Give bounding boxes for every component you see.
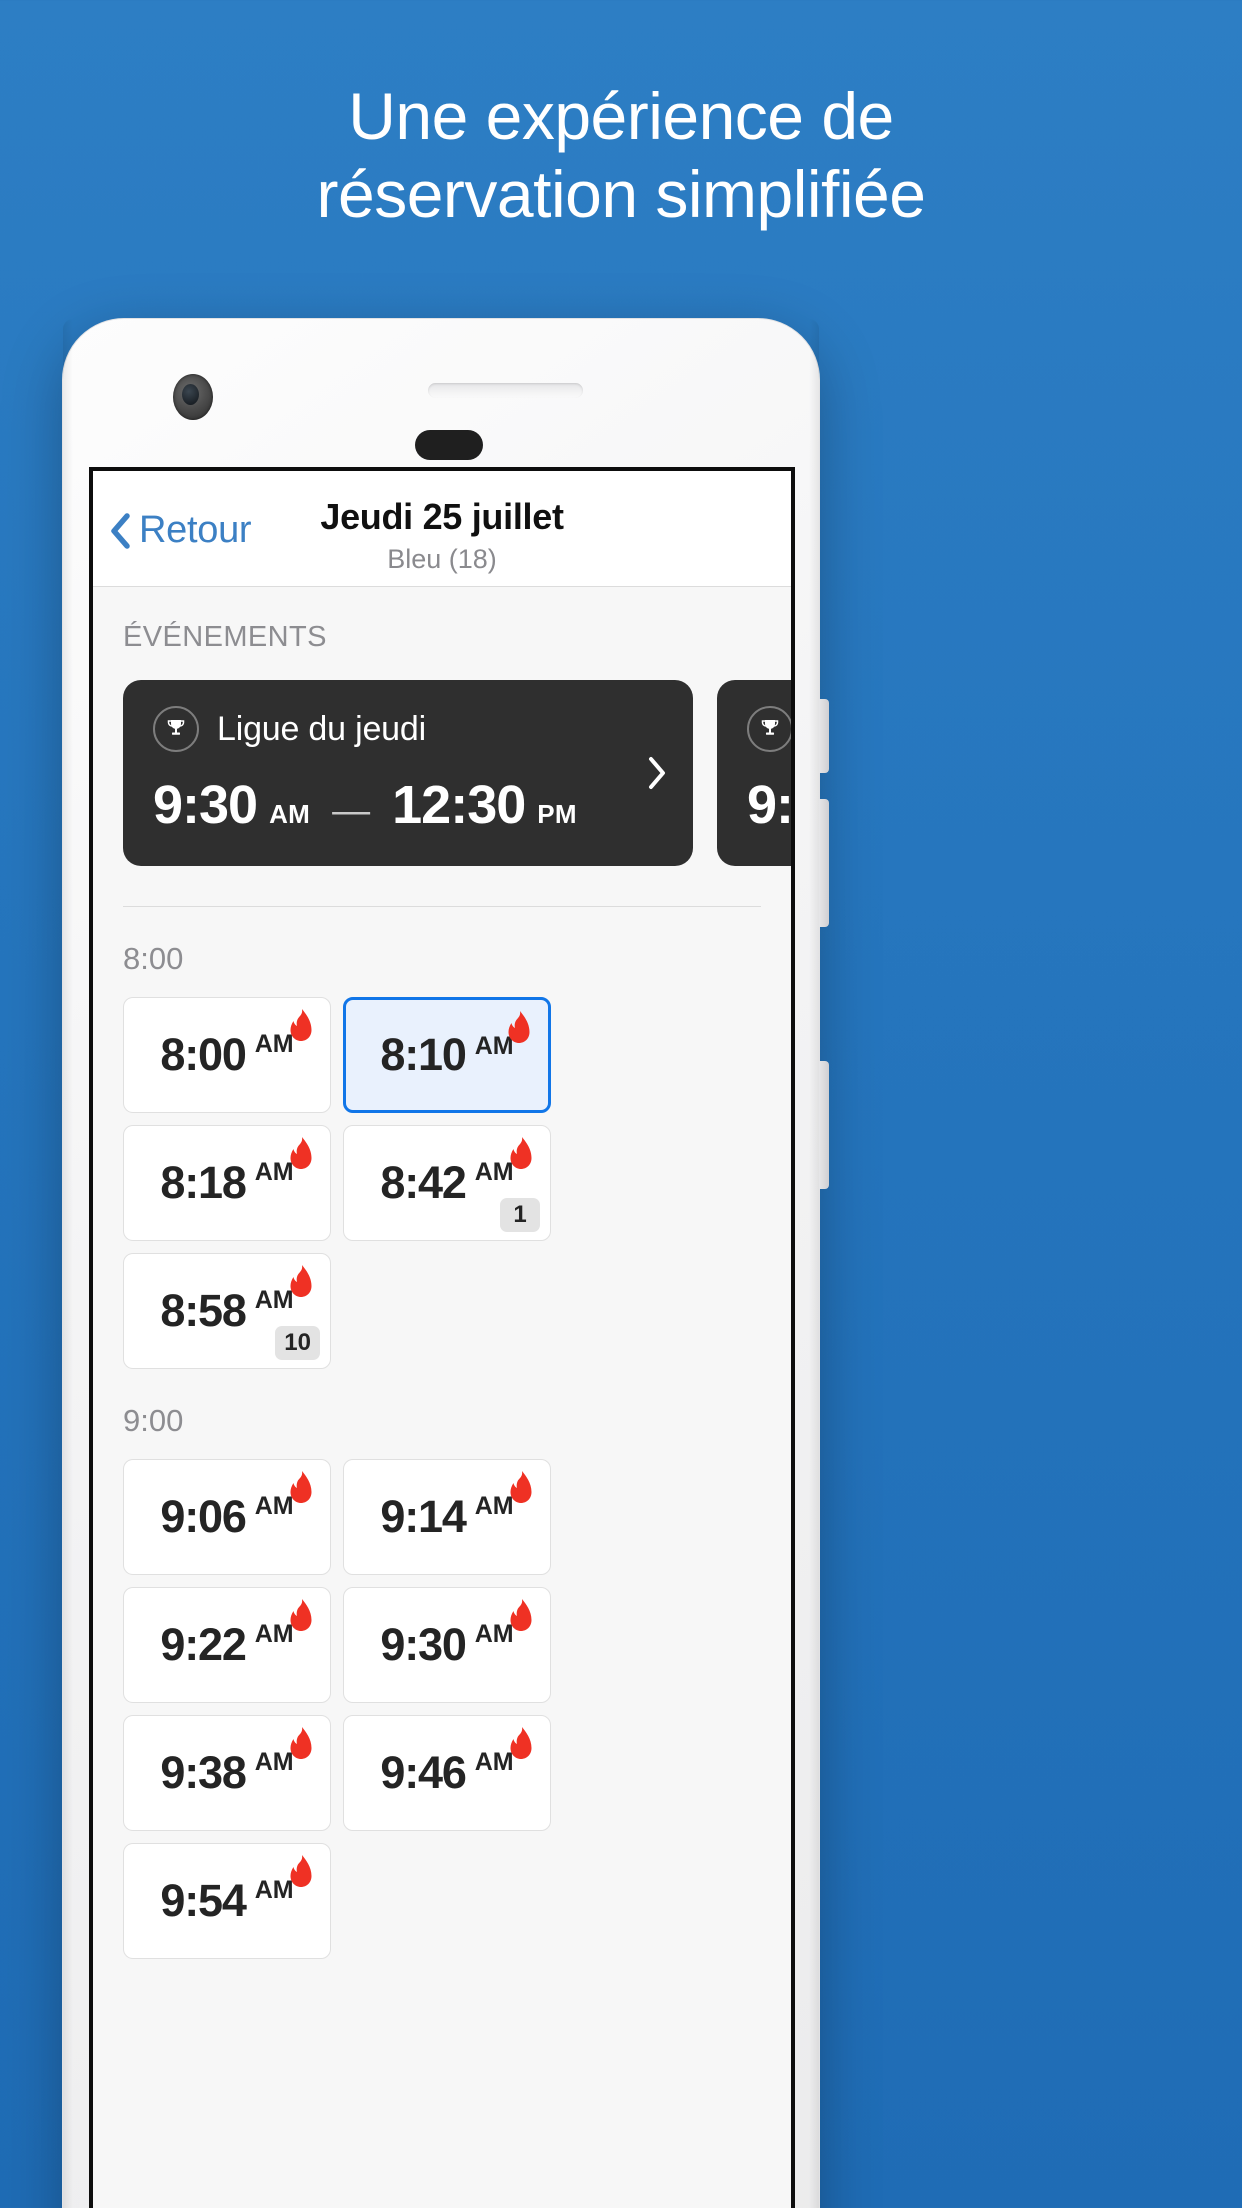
time-slot-time: 9:06: [160, 1491, 246, 1542]
time-slot[interactable]: 9:30 AM: [343, 1587, 551, 1703]
time-group-label: 9:00: [123, 1403, 184, 1438]
trophy-icon: [153, 706, 199, 752]
proximity-sensor-icon: [415, 430, 483, 460]
event-end-meridiem: PM: [537, 799, 577, 829]
time-slot-time: 9:54: [160, 1875, 246, 1926]
event-start-meridiem: AM: [269, 799, 311, 829]
phone-button-volume-up[interactable]: [819, 799, 829, 927]
flame-icon: [510, 1599, 532, 1631]
time-group-9: 9:00 9:06 AM 9:14 AM 9:22 AM 9:30 AM 9:3…: [93, 1369, 791, 1959]
time-slot-selected[interactable]: 8:10 AM: [343, 997, 551, 1113]
time-slot[interactable]: 8:00 AM: [123, 997, 331, 1113]
time-slot-time: 8:00: [160, 1029, 246, 1080]
time-group-8: 8:00 8:00 AM 8:10 AM 8:18 AM 8:42 AM 1 8…: [93, 907, 791, 1369]
app-navbar: Retour Jeudi 25 juillet Bleu (18): [93, 471, 791, 587]
flame-icon: [510, 1471, 532, 1503]
time-slot-time: 8:58: [160, 1285, 246, 1336]
chevron-right-icon: [649, 757, 665, 789]
time-slot-time: 9:22: [160, 1619, 246, 1670]
events-section-label: ÉVÉNEMENTS: [123, 621, 327, 653]
page-title-line-2: réservation simplifiée: [316, 156, 926, 231]
navbar-titles: Jeudi 25 juillet Bleu (18): [93, 496, 791, 575]
time-slot[interactable]: 8:18 AM: [123, 1125, 331, 1241]
page-title-line-1: Une expérience de: [348, 79, 894, 153]
time-slot-count-badge: 1: [500, 1198, 540, 1232]
event-card-time-range: 9:: [747, 774, 794, 836]
time-slot[interactable]: 9:06 AM: [123, 1459, 331, 1575]
phone-bezel-right: [809, 319, 819, 2208]
flame-icon: [290, 1137, 312, 1169]
navbar-subtitle: Bleu (18): [387, 544, 497, 574]
trophy-icon: [747, 706, 791, 752]
time-slot[interactable]: 8:42 AM 1: [343, 1125, 551, 1241]
flame-icon: [508, 1011, 530, 1043]
flame-icon: [290, 1471, 312, 1503]
time-slot-time: 9:46: [380, 1747, 466, 1798]
time-slot-grid: 9:06 AM 9:14 AM 9:22 AM 9:30 AM 9:38 AM …: [123, 1459, 761, 1959]
time-group-label: 8:00: [123, 941, 184, 976]
phone-button-volume-down[interactable]: [819, 1061, 829, 1189]
flame-icon: [510, 1727, 532, 1759]
speaker-grille-icon: [428, 383, 583, 398]
flame-icon: [510, 1137, 532, 1169]
event-end-time: 12:30: [392, 775, 526, 835]
time-slot-time: 9:30: [380, 1619, 466, 1670]
phone-mockup: Retour Jeudi 25 juillet Bleu (18) ÉVÉNEM…: [62, 318, 829, 2208]
event-start-time: 9:: [747, 775, 794, 835]
flame-icon: [290, 1265, 312, 1297]
event-card-title: Ligue du jeudi: [217, 709, 426, 748]
phone-bezel-left: [63, 319, 73, 2208]
flame-icon: [290, 1727, 312, 1759]
flame-icon: [290, 1855, 312, 1887]
event-card-header: Ligue du jeudi: [153, 706, 693, 752]
time-slot[interactable]: 9:14 AM: [343, 1459, 551, 1575]
events-carousel[interactable]: Ligue du jeudi 9:30 AM — 12:30 PM 9:: [93, 654, 791, 866]
event-time-dash: —: [332, 790, 371, 832]
time-slot-count-badge: 10: [275, 1326, 320, 1360]
event-card-header: [747, 706, 791, 752]
time-slot-time: 8:18: [160, 1157, 246, 1208]
time-slot-time: 8:10: [380, 1029, 466, 1080]
flame-icon: [290, 1009, 312, 1041]
time-slot[interactable]: 9:54 AM: [123, 1843, 331, 1959]
phone-button-mute[interactable]: [819, 699, 829, 773]
camera-icon: [173, 374, 213, 420]
page-title: Une expérience de réservation simplifiée: [0, 78, 1242, 234]
time-slot[interactable]: 8:58 AM 10: [123, 1253, 331, 1369]
event-card[interactable]: Ligue du jeudi 9:30 AM — 12:30 PM: [123, 680, 693, 866]
event-card-next[interactable]: 9:: [717, 680, 794, 866]
time-slot[interactable]: 9:38 AM: [123, 1715, 331, 1831]
time-slot[interactable]: 9:46 AM: [343, 1715, 551, 1831]
time-slot-grid: 8:00 AM 8:10 AM 8:18 AM 8:42 AM 1 8:58 A…: [123, 997, 761, 1369]
time-slot-time: 8:42: [380, 1157, 466, 1208]
event-card-time-range: 9:30 AM — 12:30 PM: [153, 774, 693, 836]
app-screen: Retour Jeudi 25 juillet Bleu (18) ÉVÉNEM…: [89, 467, 795, 2208]
event-start-time: 9:30: [153, 775, 258, 835]
flame-icon: [290, 1599, 312, 1631]
time-slot-time: 9:38: [160, 1747, 246, 1798]
time-slot[interactable]: 9:22 AM: [123, 1587, 331, 1703]
time-slot-time: 9:14: [380, 1491, 466, 1542]
navbar-title: Jeudi 25 juillet: [320, 496, 564, 537]
